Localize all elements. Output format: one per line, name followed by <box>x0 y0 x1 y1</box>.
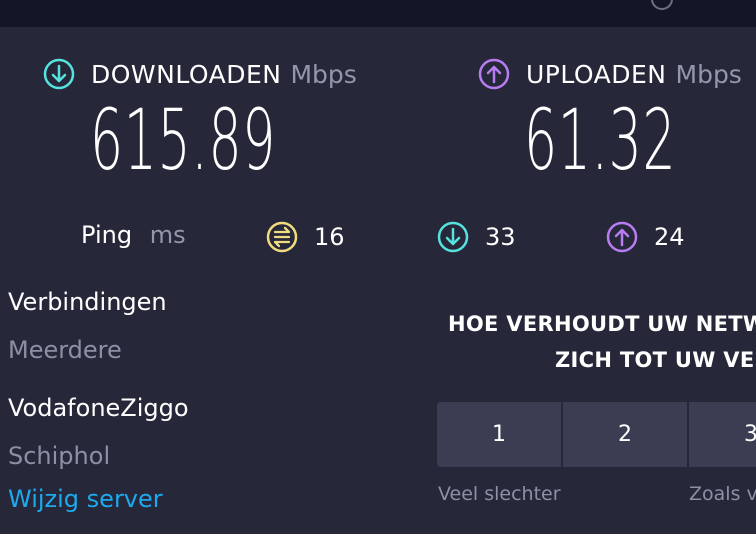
download-arrow-icon <box>43 58 75 90</box>
download-speed-value: 615.89 <box>90 91 276 189</box>
change-server-link[interactable]: Wijzig server <box>8 485 163 513</box>
ping-label-text: Ping <box>81 221 133 249</box>
rating-option-2[interactable]: 2 <box>563 402 689 467</box>
ping-unit: ms <box>149 221 186 249</box>
ping-label: Ping ms <box>81 221 186 249</box>
ping-download: 33 <box>437 221 516 253</box>
speedtest-results-page: DOWNLOADEN Mbps 615.89 UPLOADEN Mbps 61.… <box>0 0 756 534</box>
survey-question: HOE VERHOUDT UW NETW ZICH TOT UW VE <box>448 306 756 378</box>
rating-option-1[interactable]: 1 <box>437 402 563 467</box>
download-label-text: DOWNLOADEN <box>91 59 282 89</box>
ping-idle-icon <box>266 221 298 253</box>
ping-upload: 24 <box>606 221 685 253</box>
ping-download-value: 33 <box>485 223 516 251</box>
upload-label-text: UPLOADEN <box>526 59 667 89</box>
server-provider: VodafoneZiggo <box>8 394 189 422</box>
upload-arrow-icon <box>478 58 510 90</box>
account-icon[interactable] <box>651 0 673 10</box>
upload-unit: Mbps <box>675 59 742 89</box>
top-header-bar <box>0 0 756 27</box>
rating-label-low: Veel slechter <box>438 483 561 505</box>
ping-download-icon <box>437 221 469 253</box>
upload-speed-value: 61.32 <box>524 91 677 189</box>
ping-idle-value: 16 <box>314 223 345 251</box>
rating-option-3[interactable]: 3 <box>689 402 756 467</box>
rating-label-mid: Zoals v <box>689 483 756 505</box>
survey-question-line1: HOE VERHOUDT UW NETW <box>448 312 756 336</box>
ping-idle: 16 <box>266 221 345 253</box>
server-location: Schiphol <box>8 442 111 470</box>
ping-upload-value: 24 <box>654 223 685 251</box>
ping-upload-icon <box>606 221 638 253</box>
survey-question-line2: ZICH TOT UW VE <box>555 348 755 372</box>
rating-scale: 1 2 3 <box>437 402 756 467</box>
download-unit: Mbps <box>290 59 357 89</box>
